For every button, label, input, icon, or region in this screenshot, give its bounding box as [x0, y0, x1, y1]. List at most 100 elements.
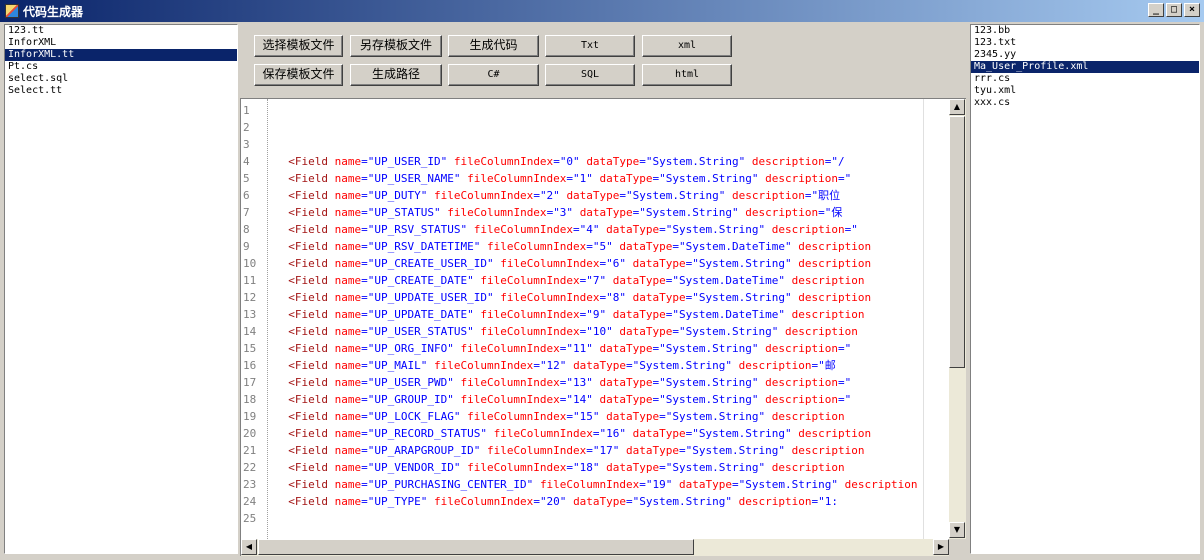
- window-title: 代码生成器: [23, 4, 84, 19]
- xml-tag: <Field: [275, 410, 328, 423]
- attr-name: description: [844, 478, 918, 491]
- attr-name: fileColumnIndex: [500, 257, 600, 270]
- vertical-scrollbar[interactable]: ▲ ▼: [949, 99, 966, 539]
- attr-name: dataType: [632, 291, 686, 304]
- equals: =: [533, 359, 540, 372]
- attr-value: "16": [599, 427, 627, 440]
- sql-button[interactable]: SQL: [545, 64, 635, 86]
- right-file-item[interactable]: 123.bb: [971, 25, 1199, 37]
- equals: =: [626, 495, 633, 508]
- horizontal-scroll-thumb[interactable]: [258, 539, 694, 555]
- output-file-list[interactable]: 123.bb 123.txt 2345.yy Ma_User_Profile.xml r…: [970, 24, 1200, 554]
- right-file-item[interactable]: rrr.cs: [971, 73, 1199, 85]
- line-number: 9: [243, 240, 250, 253]
- right-file-item[interactable]: 2345.yy: [971, 49, 1199, 61]
- right-file-item[interactable]: xxx.cs: [971, 97, 1199, 109]
- scroll-left-arrow-icon[interactable]: ◀: [241, 539, 257, 555]
- line-number: 7: [243, 206, 250, 219]
- equals: =: [586, 444, 593, 457]
- vertical-scroll-thumb[interactable]: [949, 116, 965, 368]
- html-button[interactable]: html: [642, 64, 732, 86]
- code-line: <Field name="UP_LOCK_FLAG" fileColumnInd…: [275, 408, 923, 425]
- left-file-item[interactable]: InforXML: [5, 37, 237, 49]
- attr-value: "/: [831, 155, 845, 168]
- equals: =: [626, 359, 633, 372]
- xml-tag: <Field: [275, 189, 328, 202]
- right-file-item[interactable]: 123.txt: [971, 37, 1199, 49]
- attr-value: "7": [586, 274, 607, 287]
- right-file-item[interactable]: tyu.xml: [971, 85, 1199, 97]
- xml-button[interactable]: xml: [642, 35, 732, 57]
- attr-value: "4": [579, 223, 600, 236]
- attr-name: name: [334, 155, 362, 168]
- equals: =: [361, 240, 368, 253]
- line-number: 14: [243, 325, 257, 338]
- select-template-button[interactable]: 选择模板文件: [254, 35, 343, 57]
- attr-name: fileColumnIndex: [467, 410, 567, 423]
- generate-path-button[interactable]: 生成路径: [350, 64, 442, 86]
- line-number: 11: [243, 274, 257, 287]
- save-template-button[interactable]: 保存模板文件: [254, 64, 343, 86]
- attr-name: dataType: [586, 155, 640, 168]
- scroll-down-arrow-icon[interactable]: ▼: [949, 522, 965, 538]
- attr-name: description: [765, 172, 838, 185]
- app-icon: [5, 4, 19, 18]
- left-file-item[interactable]: Select.tt: [5, 85, 237, 97]
- left-file-item[interactable]: select.sql: [5, 73, 237, 85]
- attr-name: description: [785, 325, 858, 338]
- xml-tag: <Field: [275, 478, 328, 491]
- line-number: 15: [243, 342, 257, 355]
- left-file-item[interactable]: Pt.cs: [5, 61, 237, 73]
- attr-name: dataType: [573, 359, 627, 372]
- line-number: 13: [243, 308, 257, 321]
- right-file-item[interactable]: Ma_User_Profile.xml: [971, 61, 1199, 73]
- code-editor[interactable]: 1 2 3 4 5 6 7 8 9 10 11 12 13 14 15 16 17 18 19 20 21 22 23 24 2…: [240, 98, 966, 556]
- attr-value: "UP_DUTY": [367, 189, 428, 202]
- attr-name: name: [334, 478, 362, 491]
- left-file-item[interactable]: InforXML.tt: [5, 49, 237, 61]
- attr-name: fileColumnIndex: [460, 342, 560, 355]
- horizontal-scrollbar[interactable]: ◀ ▶: [241, 539, 949, 556]
- attr-name: dataType: [566, 189, 620, 202]
- attr-name: name: [334, 359, 362, 372]
- close-button[interactable]: ×: [1184, 3, 1200, 17]
- code-line: <Field name="UP_MAIL" fileColumnIndex="1…: [275, 357, 923, 374]
- line-number: 8: [243, 223, 250, 236]
- code-line: <Field name="UP_STATUS" fileColumnIndex=…: [275, 204, 923, 221]
- attr-name: name: [334, 240, 362, 253]
- attr-name: dataType: [626, 444, 680, 457]
- template-file-list[interactable]: 123.tt InforXML InforXML.tt Pt.cs select.sql…: [4, 24, 238, 554]
- attr-value: "UP_VENDOR_ID": [367, 461, 461, 474]
- minimize-button[interactable]: _: [1148, 3, 1164, 17]
- code-line: <Field name="UP_GROUP_ID" fileColumnInde…: [275, 391, 923, 408]
- code-text-area[interactable]: <Field name="UP_USER_ID" fileColumnIndex…: [275, 102, 923, 538]
- attr-value: "System.DateTime": [679, 240, 792, 253]
- attr-name: name: [334, 274, 362, 287]
- line-number: 23: [243, 478, 257, 491]
- attr-name: description: [765, 376, 838, 389]
- txt-button[interactable]: Txt: [545, 35, 635, 57]
- equals: =: [639, 478, 646, 491]
- save-as-template-button[interactable]: 另存模板文件: [350, 35, 442, 57]
- equals: =: [659, 410, 666, 423]
- maximize-button[interactable]: □: [1166, 3, 1182, 17]
- attr-value: ": [844, 172, 852, 185]
- scroll-right-arrow-icon[interactable]: ▶: [933, 539, 949, 555]
- xml-tag: <Field: [275, 308, 328, 321]
- scroll-up-arrow-icon[interactable]: ▲: [949, 99, 965, 115]
- attr-name: dataType: [579, 206, 633, 219]
- generate-code-button[interactable]: 生成代码: [448, 35, 539, 57]
- attr-value: "14": [566, 393, 593, 406]
- attr-name: fileColumnIndex: [460, 393, 560, 406]
- csharp-button[interactable]: C#: [448, 64, 539, 86]
- attr-name: dataType: [632, 257, 686, 270]
- attr-name: fileColumnIndex: [486, 444, 587, 457]
- left-file-item[interactable]: 123.tt: [5, 25, 237, 37]
